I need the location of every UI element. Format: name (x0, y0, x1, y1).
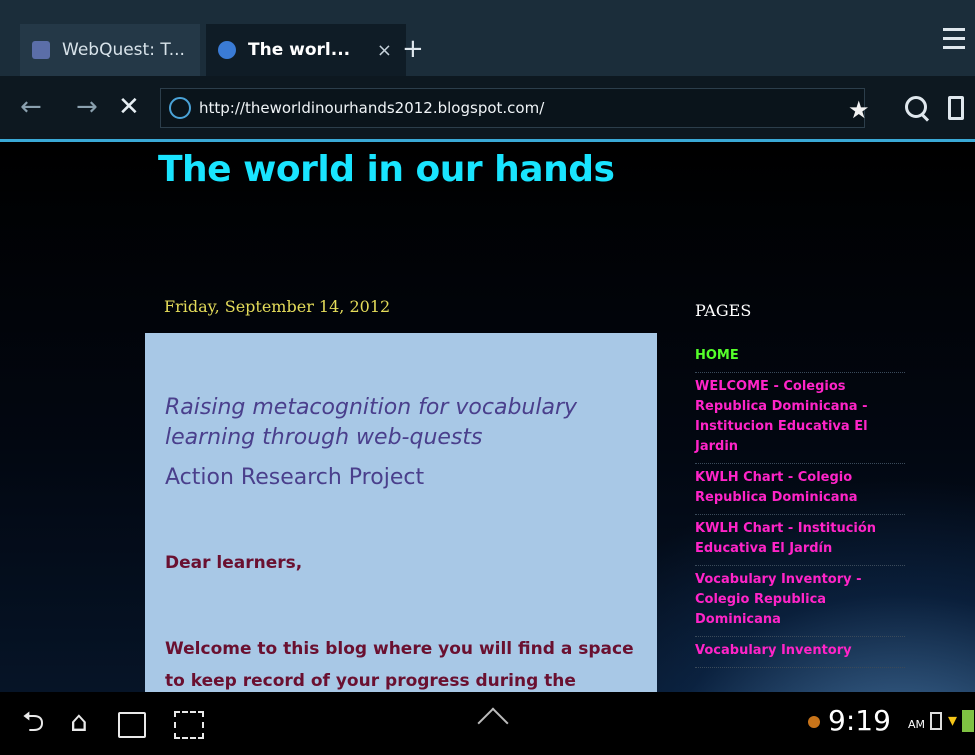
web-page: The world in our hands Friday, September… (0, 145, 975, 692)
tab-the-world[interactable]: The worl... × (206, 24, 406, 76)
forward-button[interactable]: → (76, 92, 98, 122)
sidebar-link-kwlh-chart-jardin[interactable]: KWLH Chart - Institución Educativa El Ja… (695, 515, 905, 566)
bookmarks-icon[interactable] (948, 96, 964, 120)
close-tab-icon[interactable]: × (377, 40, 392, 61)
sidebar-link-welcome[interactable]: WELCOME - Colegios Republica Dominicana … (695, 373, 905, 464)
address-toolbar: ← → ✕ http://theworldinourhands2012.blog… (0, 76, 975, 142)
recent-apps-icon[interactable] (118, 712, 146, 738)
tab-label: The worl... (248, 40, 351, 60)
blog-title[interactable]: The world in our hands (158, 149, 615, 190)
wifi-icon: ▾ (948, 710, 958, 731)
sidebar-link-vocabulary-inventory-rd[interactable]: Vocabulary Inventory - Colegio Republica… (695, 566, 905, 637)
address-bar[interactable]: http://theworldinourhands2012.blogspot.c… (160, 88, 865, 128)
menu-icon[interactable] (943, 28, 965, 55)
search-icon[interactable] (905, 96, 927, 118)
tab-webquest[interactable]: WebQuest: T... (20, 24, 200, 76)
tab-label: WebQuest: T... (62, 40, 185, 60)
webquest-favicon-icon (32, 41, 50, 59)
sidebar-link-vocabulary-inventory[interactable]: Vocabulary Inventory (695, 637, 905, 668)
post-subtitle: Action Research Project (165, 465, 425, 490)
back-button[interactable]: ← (20, 92, 42, 122)
system-back-icon[interactable]: ⮌ (22, 706, 44, 738)
browser-tab-bar: WebQuest: T... The worl... × + (0, 0, 975, 76)
blogger-favicon-icon (218, 41, 236, 59)
system-navigation-bar: ⮌ ⌂ 9:19 AM ▾ (0, 692, 975, 755)
notification-icon (808, 716, 820, 728)
bookmark-star-button[interactable]: ★ (848, 96, 870, 124)
stop-loading-button[interactable]: ✕ (118, 92, 140, 122)
blog-post: Raising metacognition for vocabulary lea… (145, 333, 657, 692)
chevron-up-icon[interactable] (477, 707, 509, 739)
pages-sidebar: PAGES HOME WELCOME - Colegios Republica … (695, 301, 905, 668)
globe-icon (169, 97, 191, 119)
new-tab-button[interactable]: + (402, 36, 424, 62)
sim-icon (930, 712, 942, 730)
status-clock: 9:19 (828, 704, 891, 737)
post-date: Friday, September 14, 2012 (164, 297, 391, 316)
pages-heading: PAGES (695, 301, 752, 320)
post-body: Welcome to this blog where you will find… (165, 639, 634, 691)
screenshot-icon[interactable] (174, 711, 204, 739)
url-text[interactable]: http://theworldinourhands2012.blogspot.c… (199, 99, 544, 117)
system-home-icon[interactable]: ⌂ (70, 706, 88, 738)
post-greeting: Dear learners, (165, 553, 303, 573)
post-title: Raising metacognition for vocabulary lea… (165, 395, 578, 450)
battery-icon (962, 710, 974, 732)
sidebar-link-home[interactable]: HOME (695, 342, 905, 373)
sidebar-link-kwlh-chart-rd[interactable]: KWLH Chart - Colegio Republica Dominican… (695, 464, 905, 515)
status-ampm: AM (908, 718, 926, 731)
